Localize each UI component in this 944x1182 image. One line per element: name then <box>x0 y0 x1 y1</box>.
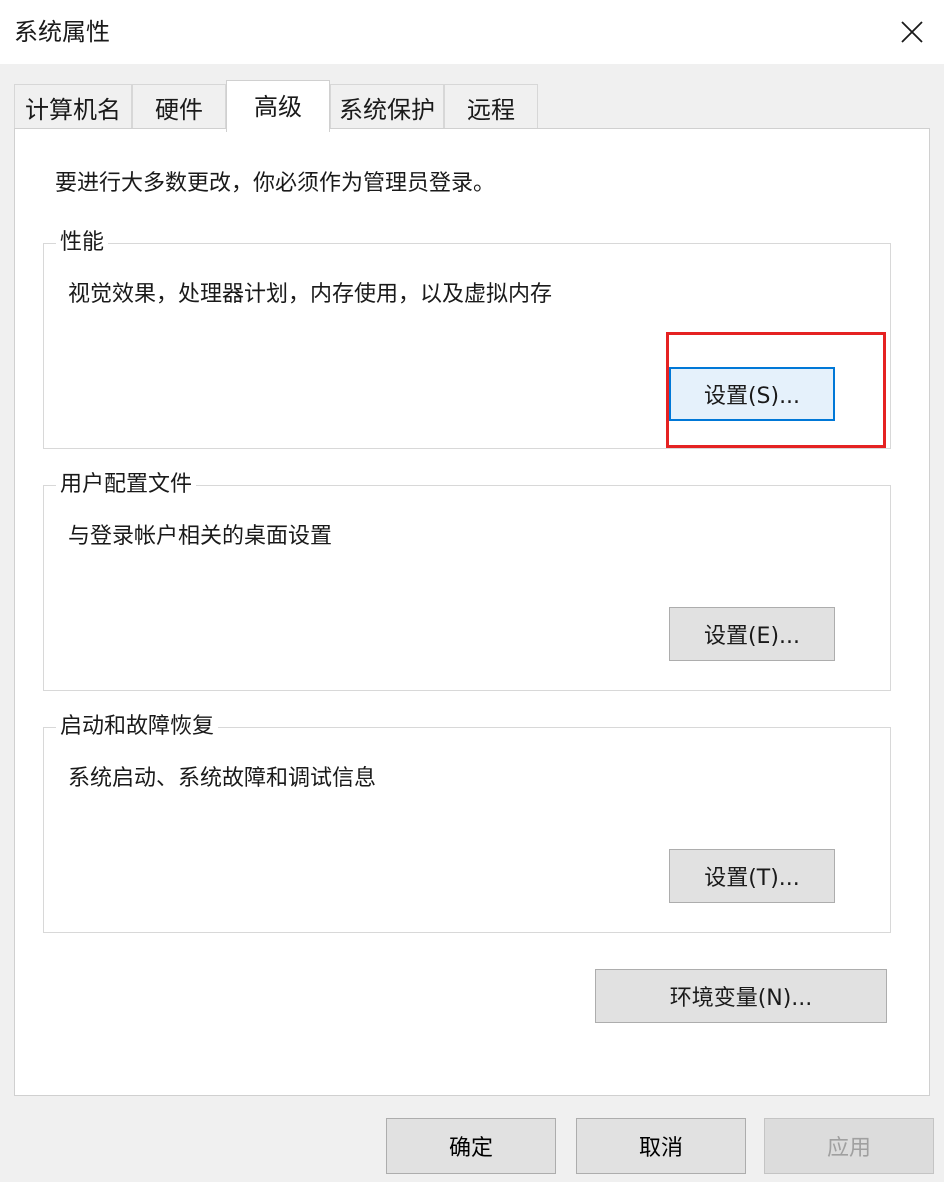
performance-description: 视觉效果，处理器计划，内存使用，以及虚拟内存 <box>68 282 553 307</box>
tab-remote[interactable]: 远程 <box>444 84 538 130</box>
close-button[interactable] <box>880 0 944 64</box>
user-profiles-description: 与登录帐户相关的桌面设置 <box>68 524 333 549</box>
advanced-tab-panel: 要进行大多数更改，你必须作为管理员登录。 性能 视觉效果，处理器计划，内存使用，… <box>14 128 930 1096</box>
apply-button[interactable]: 应用 <box>764 1118 934 1174</box>
environment-variables-button[interactable]: 环境变量(N)... <box>595 969 887 1023</box>
window-title: 系统属性 <box>14 18 110 46</box>
tab-hardware[interactable]: 硬件 <box>132 84 226 130</box>
startup-recovery-description: 系统启动、系统故障和调试信息 <box>68 766 377 791</box>
tab-advanced[interactable]: 高级 <box>226 80 330 132</box>
close-icon <box>901 21 923 43</box>
performance-group-title: 性能 <box>56 228 109 258</box>
user-profiles-settings-button[interactable]: 设置(E)... <box>669 607 835 661</box>
performance-settings-button[interactable]: 设置(S)... <box>669 367 835 421</box>
ok-button[interactable]: 确定 <box>386 1118 556 1174</box>
tab-computer-name[interactable]: 计算机名 <box>14 84 132 130</box>
cancel-button[interactable]: 取消 <box>576 1118 746 1174</box>
title-bar: 系统属性 <box>0 0 944 64</box>
user-profiles-group-title: 用户配置文件 <box>56 470 197 500</box>
tab-system-protection[interactable]: 系统保护 <box>330 84 444 130</box>
admin-notice: 要进行大多数更改，你必须作为管理员登录。 <box>55 171 496 196</box>
startup-recovery-group-title: 启动和故障恢复 <box>56 712 219 742</box>
startup-recovery-settings-button[interactable]: 设置(T)... <box>669 849 835 903</box>
